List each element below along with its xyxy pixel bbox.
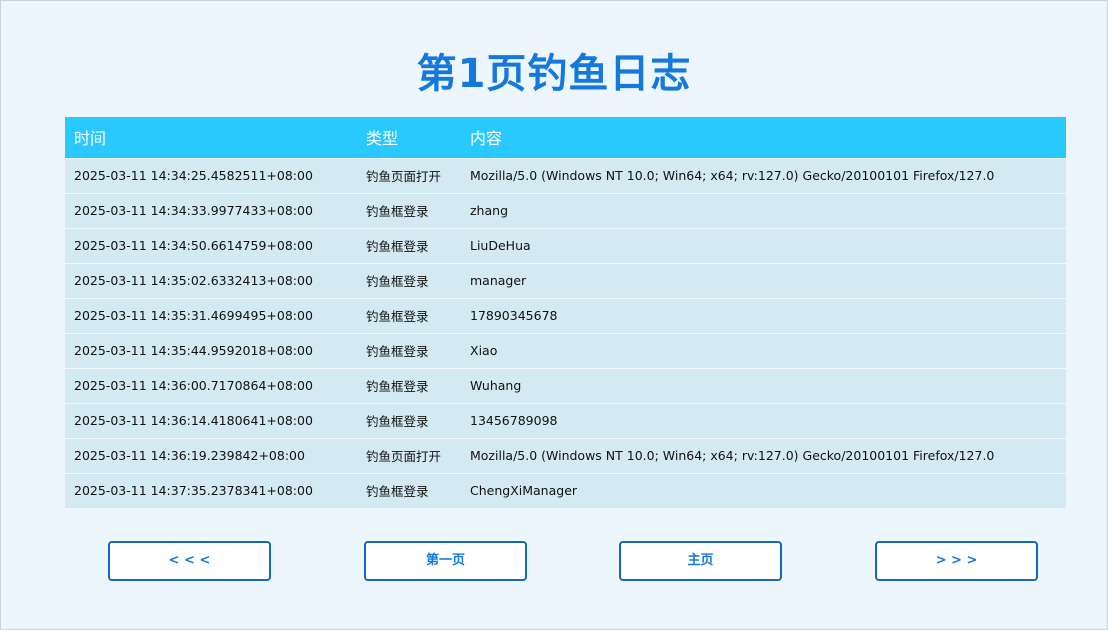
cell-time: 2025-03-11 14:36:14.4180641+08:00 (65, 402, 357, 438)
prev-page-button[interactable]: < < < (108, 541, 271, 581)
cell-content: Mozilla/5.0 (Windows NT 10.0; Win64; x64… (461, 437, 1066, 473)
cell-type: 钓鱼框登录 (357, 332, 461, 368)
home-button[interactable]: 主页 (619, 541, 782, 581)
cell-content: 13456789098 (461, 402, 1066, 438)
cell-content: Wuhang (461, 367, 1066, 403)
cell-content: ChengXiManager (461, 472, 1066, 508)
table-row: 2025-03-11 14:37:35.2378341+08:00 钓鱼框登录 Ch… (65, 472, 1066, 508)
cell-content: zhang (461, 192, 1066, 228)
page-title: 第1页钓鱼日志 (416, 50, 692, 97)
cell-type: 钓鱼框登录 (357, 367, 461, 403)
cell-type: 钓鱼框登录 (357, 227, 461, 263)
cell-time: 2025-03-11 14:34:33.9977433+08:00 (65, 192, 357, 228)
table-header-row: 时间 类型 内容 (65, 117, 1066, 158)
first-page-button[interactable]: 第一页 (364, 541, 527, 581)
cell-time: 2025-03-11 14:35:31.4699495+08:00 (65, 297, 357, 333)
cell-time: 2025-03-11 14:37:35.2378341+08:00 (65, 472, 357, 508)
cell-content: Xiao (461, 332, 1066, 368)
table-body: 2025-03-11 14:34:25.4582511+08:00 钓鱼页面打开 M… (65, 157, 1066, 508)
cell-type: 钓鱼框登录 (357, 297, 461, 333)
next-page-button[interactable]: > > > (875, 541, 1038, 581)
cell-type: 钓鱼框登录 (357, 402, 461, 438)
table-row: 2025-03-11 14:35:31.4699495+08:00 钓鱼框登录 17… (65, 297, 1066, 333)
table-row: 2025-03-11 14:34:50.6614759+08:00 钓鱼框登录 Li… (65, 227, 1066, 263)
table-row: 2025-03-11 14:36:19.239842+08:00 钓鱼页面打开 Mo… (65, 437, 1066, 473)
cell-time: 2025-03-11 14:35:02.6332413+08:00 (65, 262, 357, 298)
cell-content: 17890345678 (461, 297, 1066, 333)
column-header-type: 类型 (357, 117, 461, 158)
cell-time: 2025-03-11 14:35:44.9592018+08:00 (65, 332, 357, 368)
table-row: 2025-03-11 14:36:00.7170864+08:00 钓鱼框登录 Wu… (65, 367, 1066, 403)
table-row: 2025-03-11 14:35:02.6332413+08:00 钓鱼框登录 ma… (65, 262, 1066, 298)
column-header-content: 内容 (461, 117, 1066, 158)
table-row: 2025-03-11 14:34:33.9977433+08:00 钓鱼框登录 zh… (65, 192, 1066, 228)
cell-time: 2025-03-11 14:34:50.6614759+08:00 (65, 227, 357, 263)
cell-content: manager (461, 262, 1066, 298)
column-header-time: 时间 (65, 117, 357, 158)
table-row: 2025-03-11 14:35:44.9592018+08:00 钓鱼框登录 Xi… (65, 332, 1066, 368)
cell-type: 钓鱼框登录 (357, 262, 461, 298)
cell-content: Mozilla/5.0 (Windows NT 10.0; Win64; x64… (461, 157, 1066, 193)
cell-time: 2025-03-11 14:36:00.7170864+08:00 (65, 367, 357, 403)
cell-time: 2025-03-11 14:36:19.239842+08:00 (65, 437, 357, 473)
cell-type: 钓鱼框登录 (357, 472, 461, 508)
cell-type: 钓鱼框登录 (357, 192, 461, 228)
table-row: 2025-03-11 14:34:25.4582511+08:00 钓鱼页面打开 M… (65, 157, 1066, 193)
cell-type: 钓鱼页面打开 (357, 437, 461, 473)
cell-content: LiuDeHua (461, 227, 1066, 263)
log-table: 时间 类型 内容 2025-03-11 14:34:25.4582511+08:… (65, 117, 1066, 508)
cell-type: 钓鱼页面打开 (357, 157, 461, 193)
table-row: 2025-03-11 14:36:14.4180641+08:00 钓鱼框登录 13… (65, 402, 1066, 438)
cell-time: 2025-03-11 14:34:25.4582511+08:00 (65, 157, 357, 193)
